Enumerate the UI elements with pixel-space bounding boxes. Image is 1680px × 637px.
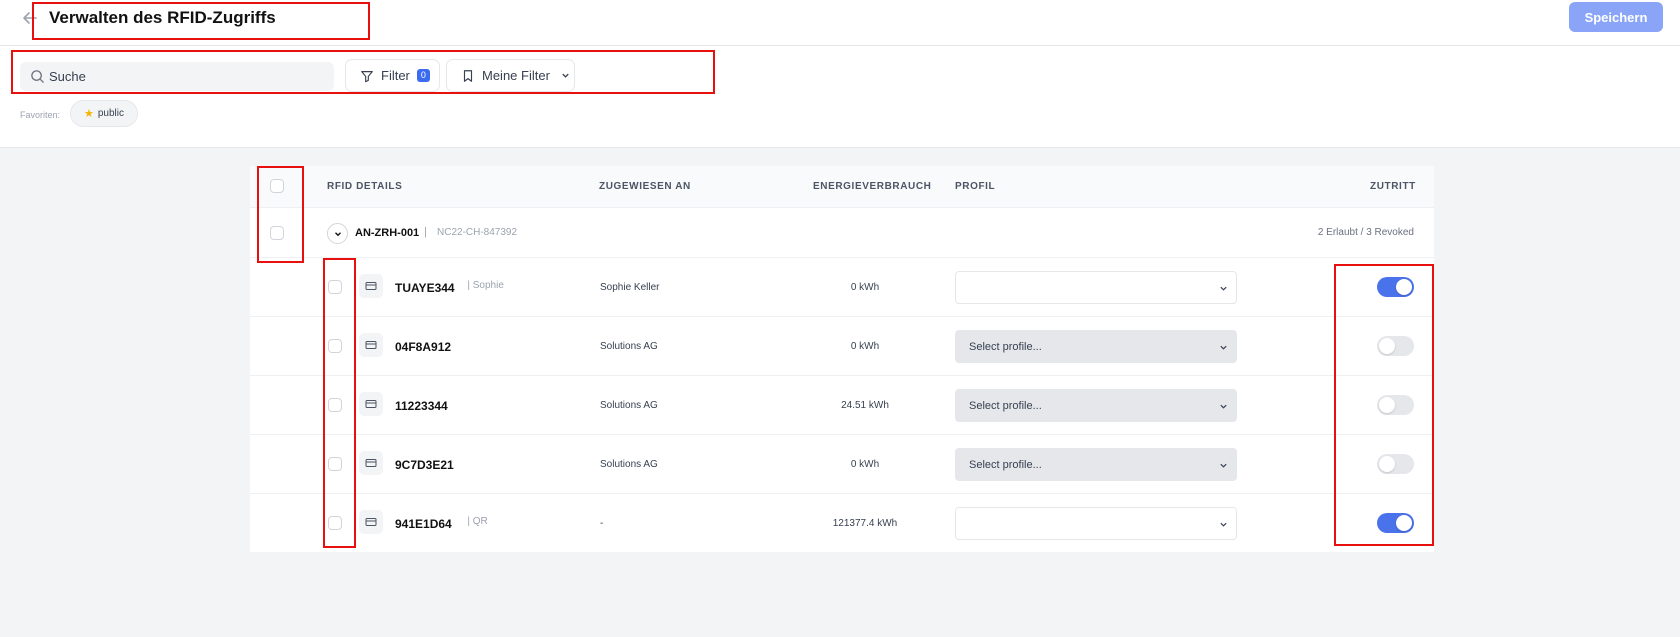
profile-select[interactable]: Select profile... — [955, 330, 1237, 363]
rfid-card-icon — [359, 333, 383, 357]
toggle-knob — [1379, 456, 1395, 472]
table-row: 9C7D3E21 Solutions AG 0 kWh Select profile.… — [250, 435, 1434, 494]
rfid-id: 11223344 — [395, 399, 448, 413]
rfid-card-icon — [359, 392, 383, 416]
access-toggle[interactable] — [1377, 513, 1414, 533]
chevron-down-icon — [1220, 522, 1227, 527]
filter-icon — [361, 70, 373, 82]
profile-select-value: Select profile... — [969, 340, 1042, 353]
chevron-down-icon — [1220, 404, 1227, 409]
chevron-down-icon — [1220, 286, 1227, 291]
group-name: AN-ZRH-001 — [355, 227, 420, 239]
group-access-summary: 2 Erlaubt / 3 Revoked — [1317, 227, 1414, 238]
rfid-card-icon — [359, 510, 383, 534]
page-title: Verwalten des RFID-Zugriffs — [49, 8, 276, 27]
row-checkbox[interactable] — [328, 280, 342, 294]
filter-count-badge: 0 — [416, 69, 430, 82]
access-toggle[interactable] — [1377, 395, 1414, 415]
table-row: 941E1D64 | QR - 121377.4 kWh — [250, 494, 1434, 553]
my-filters-dropdown[interactable]: Meine Filter — [446, 59, 575, 92]
card-icon — [365, 518, 377, 526]
assigned-to: Solutions AG — [600, 341, 658, 352]
bookmark-icon — [463, 69, 473, 82]
group-row: AN-ZRH-001 | NC22-CH-847392 2 Erlaubt / … — [250, 208, 1434, 258]
profile-select[interactable]: Select profile... — [955, 448, 1237, 481]
rfid-table: RFID DETAILS ZUGEWIESEN AN ENERGIEVERBRA… — [250, 166, 1434, 552]
filter-button[interactable]: Filter 0 — [345, 59, 440, 92]
profile-select[interactable]: Select profile... — [955, 389, 1237, 422]
favorites-label: Favoriten: — [20, 110, 61, 120]
search-icon — [31, 70, 45, 84]
group-expand-toggle[interactable] — [327, 223, 348, 244]
rfid-id: 941E1D64 — [395, 517, 452, 531]
column-header-profile: PROFIL — [955, 181, 996, 192]
table-row: TUAYE344 | Sophie Sophie Keller 0 kWh — [250, 258, 1434, 317]
group-separator: | — [424, 226, 427, 238]
chevron-down-icon — [1220, 345, 1227, 350]
column-header-assigned: ZUGEWIESEN AN — [599, 181, 691, 192]
energy-consumption: 121377.4 kWh — [832, 518, 898, 529]
toggle-knob — [1379, 397, 1395, 413]
toggle-knob — [1396, 515, 1412, 531]
access-toggle[interactable] — [1377, 454, 1414, 474]
star-icon: ★ — [83, 108, 94, 120]
table-header: RFID DETAILS ZUGEWIESEN AN ENERGIEVERBRA… — [250, 166, 1434, 208]
profile-select[interactable] — [955, 507, 1237, 540]
toggle-knob — [1396, 279, 1412, 295]
table-row: 11223344 Solutions AG 24.51 kWh Select prof… — [250, 376, 1434, 435]
save-button[interactable]: Speichern — [1569, 2, 1663, 32]
rfid-sublabel: | Sophie — [467, 280, 504, 291]
group-code: NC22-CH-847392 — [437, 227, 518, 238]
toggle-knob — [1379, 338, 1395, 354]
profile-select-value: Select profile... — [969, 399, 1042, 412]
back-arrow-icon[interactable] — [20, 8, 40, 28]
filter-area: Suche Filter 0 Meine Filter Favoriten: ★… — [0, 46, 1680, 148]
row-checkbox[interactable] — [328, 398, 342, 412]
column-header-details: RFID DETAILS — [327, 181, 403, 192]
favorite-chip-label: public — [97, 108, 124, 119]
rfid-id: 9C7D3E21 — [395, 458, 454, 472]
table-row: 04F8A912 Solutions AG 0 kWh Select profile.… — [250, 317, 1434, 376]
column-header-access: ZUTRITT — [1370, 181, 1416, 192]
energy-consumption: 24.51 kWh — [841, 400, 889, 411]
chevron-down-icon — [1220, 463, 1227, 468]
assigned-to: Solutions AG — [600, 459, 658, 470]
row-checkbox[interactable] — [328, 339, 342, 353]
rfid-sublabel: | QR — [467, 516, 488, 527]
select-all-checkbox[interactable] — [270, 179, 284, 193]
search-placeholder: Suche — [49, 69, 86, 84]
filter-label: Filter — [381, 68, 410, 83]
energy-consumption: 0 kWh — [850, 459, 880, 470]
rfid-id: 04F8A912 — [395, 340, 452, 354]
favorite-chip-public[interactable]: ★ public — [70, 100, 138, 127]
row-checkbox[interactable] — [328, 457, 342, 471]
search-input[interactable]: Suche — [20, 62, 334, 91]
chevron-down-icon — [334, 231, 341, 236]
assigned-to: Sophie Keller — [600, 282, 660, 293]
rfid-id: TUAYE344 — [395, 281, 455, 295]
rfid-card-icon — [359, 274, 383, 298]
energy-consumption: 0 kWh — [850, 282, 880, 293]
rfid-card-icon — [359, 451, 383, 475]
row-checkbox[interactable] — [328, 516, 342, 530]
card-icon — [365, 341, 377, 349]
column-header-energy: ENERGIEVERBRAUCH — [813, 181, 932, 192]
group-checkbox[interactable] — [270, 226, 284, 240]
access-toggle[interactable] — [1377, 277, 1414, 297]
card-icon — [365, 282, 377, 290]
card-icon — [365, 400, 377, 408]
assigned-to: Solutions AG — [600, 400, 658, 411]
card-icon — [365, 459, 377, 467]
energy-consumption: 0 kWh — [850, 341, 880, 352]
chevron-down-icon — [562, 73, 569, 78]
profile-select[interactable] — [955, 271, 1237, 304]
top-bar: Verwalten des RFID-Zugriffs Speichern — [0, 0, 1680, 46]
profile-select-value: Select profile... — [969, 458, 1042, 471]
access-toggle[interactable] — [1377, 336, 1414, 356]
assigned-to: - — [600, 518, 604, 529]
my-filters-label: Meine Filter — [482, 68, 550, 83]
